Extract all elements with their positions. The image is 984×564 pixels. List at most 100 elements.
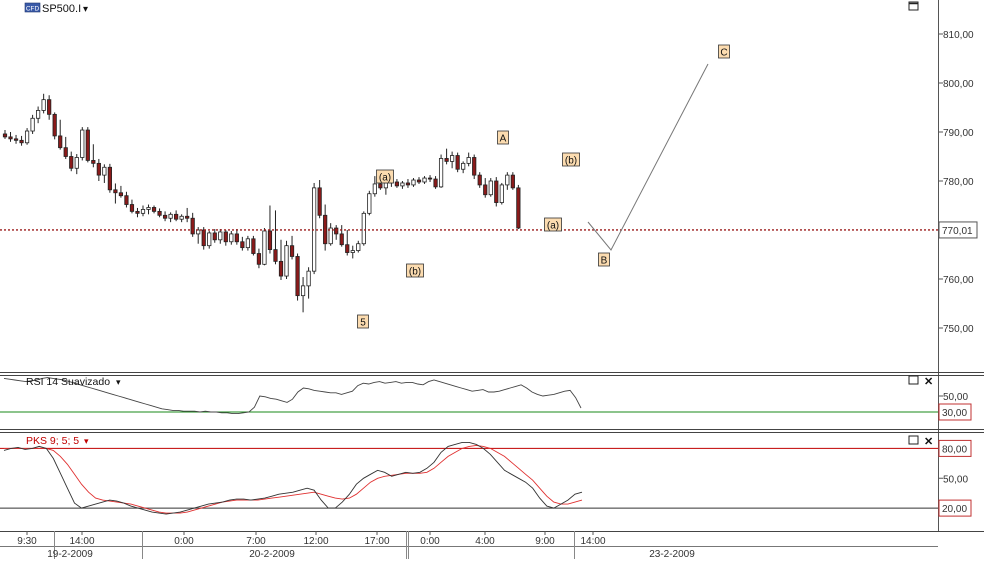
candle-body bbox=[510, 174, 515, 189]
candle-body bbox=[8, 136, 13, 140]
candle-body bbox=[306, 270, 311, 287]
candle-body bbox=[107, 166, 112, 191]
wave-label: 5 bbox=[360, 318, 366, 329]
candle-body bbox=[262, 230, 267, 265]
candle-body bbox=[289, 245, 295, 257]
candle-body bbox=[47, 99, 52, 115]
candle-body bbox=[499, 184, 504, 203]
chart-window: 750,00760,00770,00780,00790,00800,00810,… bbox=[0, 0, 984, 560]
pks-80-label: 80,00 bbox=[942, 444, 967, 455]
candle-body bbox=[19, 139, 24, 144]
candle-body bbox=[190, 217, 195, 235]
time-axis-label: 9:30 bbox=[17, 536, 37, 547]
candle-body bbox=[162, 214, 168, 219]
candle-body bbox=[416, 179, 422, 183]
candle-body bbox=[135, 210, 140, 214]
candle-body bbox=[284, 245, 289, 277]
candle-body bbox=[118, 192, 124, 197]
candle-body bbox=[179, 215, 184, 220]
candle-body bbox=[477, 174, 482, 186]
pks-dropdown-icon[interactable]: ▾ bbox=[84, 436, 89, 446]
candle-body bbox=[367, 193, 372, 214]
date-axis-label: 23-2-2009 bbox=[649, 549, 695, 559]
candle-body bbox=[212, 232, 217, 241]
candle-body bbox=[245, 238, 250, 249]
price-axis-tick-label: 780,00 bbox=[943, 177, 974, 188]
candle-body bbox=[361, 212, 366, 245]
date-axis-label: 19-2-2009 bbox=[47, 549, 93, 559]
maximize-pks-panel-icon[interactable] bbox=[908, 435, 919, 445]
pks-panel-title[interactable]: PKS 9; 5; 5 bbox=[26, 435, 79, 447]
wave-label: (a) bbox=[547, 221, 559, 232]
candle-body bbox=[317, 187, 322, 216]
close-rsi-panel-icon[interactable]: ✕ bbox=[924, 376, 933, 388]
candle-body bbox=[251, 238, 256, 254]
candle-body bbox=[69, 156, 74, 169]
candle-body bbox=[36, 110, 41, 119]
candle-body bbox=[516, 187, 521, 229]
candle-body bbox=[113, 189, 118, 194]
candle-body bbox=[85, 129, 90, 161]
symbol-dropdown-icon[interactable]: ▾ bbox=[83, 4, 88, 15]
candle-body bbox=[300, 285, 306, 297]
rsi-30-label: 30,00 bbox=[942, 408, 967, 419]
candle-body bbox=[96, 162, 101, 176]
candle-body bbox=[494, 180, 499, 203]
pks-20-label: 20,00 bbox=[942, 504, 967, 515]
wave-label: B bbox=[601, 256, 608, 267]
candle-body bbox=[356, 243, 361, 251]
candle-body bbox=[400, 182, 405, 187]
symbol-name[interactable]: SP500.I bbox=[42, 3, 81, 15]
candle-body bbox=[129, 204, 135, 212]
date-axis-label: 20-2-2009 bbox=[249, 549, 295, 559]
candle-body bbox=[488, 180, 493, 196]
candle-body bbox=[218, 231, 223, 241]
candle-body bbox=[151, 207, 157, 212]
candle-body bbox=[483, 184, 488, 196]
candle-body bbox=[52, 113, 57, 137]
time-axis-label: 4:00 bbox=[475, 536, 495, 547]
candle-body bbox=[278, 260, 284, 277]
candle-body bbox=[140, 209, 146, 214]
candle-body bbox=[74, 157, 79, 169]
time-axis-label: 17:00 bbox=[364, 536, 389, 547]
candle-body bbox=[461, 162, 466, 170]
maximize-rsi-panel-icon[interactable] bbox=[908, 375, 919, 385]
chart-background bbox=[0, 0, 984, 559]
time-axis-label: 0:00 bbox=[174, 536, 194, 547]
candle-body bbox=[207, 232, 212, 247]
price-axis-tick-label: 790,00 bbox=[943, 128, 974, 139]
rsi-dropdown-icon[interactable]: ▾ bbox=[116, 377, 121, 387]
candle-body bbox=[146, 207, 151, 210]
wave-label: C bbox=[720, 48, 727, 59]
candle-body bbox=[273, 249, 278, 262]
time-axis-label: 0:00 bbox=[420, 536, 440, 547]
candle-body bbox=[427, 177, 433, 180]
candle-body bbox=[240, 241, 245, 249]
close-pks-panel-icon[interactable]: ✕ bbox=[924, 436, 933, 448]
candle-body bbox=[334, 227, 339, 235]
candle-body bbox=[438, 158, 444, 188]
price-axis-tick-label: 760,00 bbox=[943, 275, 974, 286]
candle-body bbox=[229, 233, 234, 243]
candle-body bbox=[444, 158, 449, 162]
time-axis-label: 14:00 bbox=[580, 536, 605, 547]
current-price-label: 770,01 bbox=[942, 226, 973, 237]
candle-body bbox=[168, 213, 173, 219]
candle-body bbox=[466, 157, 471, 164]
candle-body bbox=[223, 231, 228, 243]
candle-body bbox=[13, 138, 19, 141]
wave-label: (b) bbox=[409, 267, 421, 278]
candle-body bbox=[267, 230, 273, 250]
chart-canvas[interactable]: 750,00760,00770,00780,00790,00800,00810,… bbox=[0, 0, 984, 560]
candle-body bbox=[201, 229, 206, 247]
candle-body bbox=[24, 130, 30, 144]
time-axis-label: 9:00 bbox=[535, 536, 555, 547]
candle-body bbox=[174, 213, 179, 220]
rsi-panel-title[interactable]: RSI 14 Suavizado bbox=[26, 376, 110, 388]
candle-body bbox=[41, 99, 46, 111]
candle-body bbox=[124, 195, 129, 205]
candle-body bbox=[411, 179, 416, 186]
candle-body bbox=[378, 183, 383, 189]
candle-body bbox=[455, 155, 460, 170]
